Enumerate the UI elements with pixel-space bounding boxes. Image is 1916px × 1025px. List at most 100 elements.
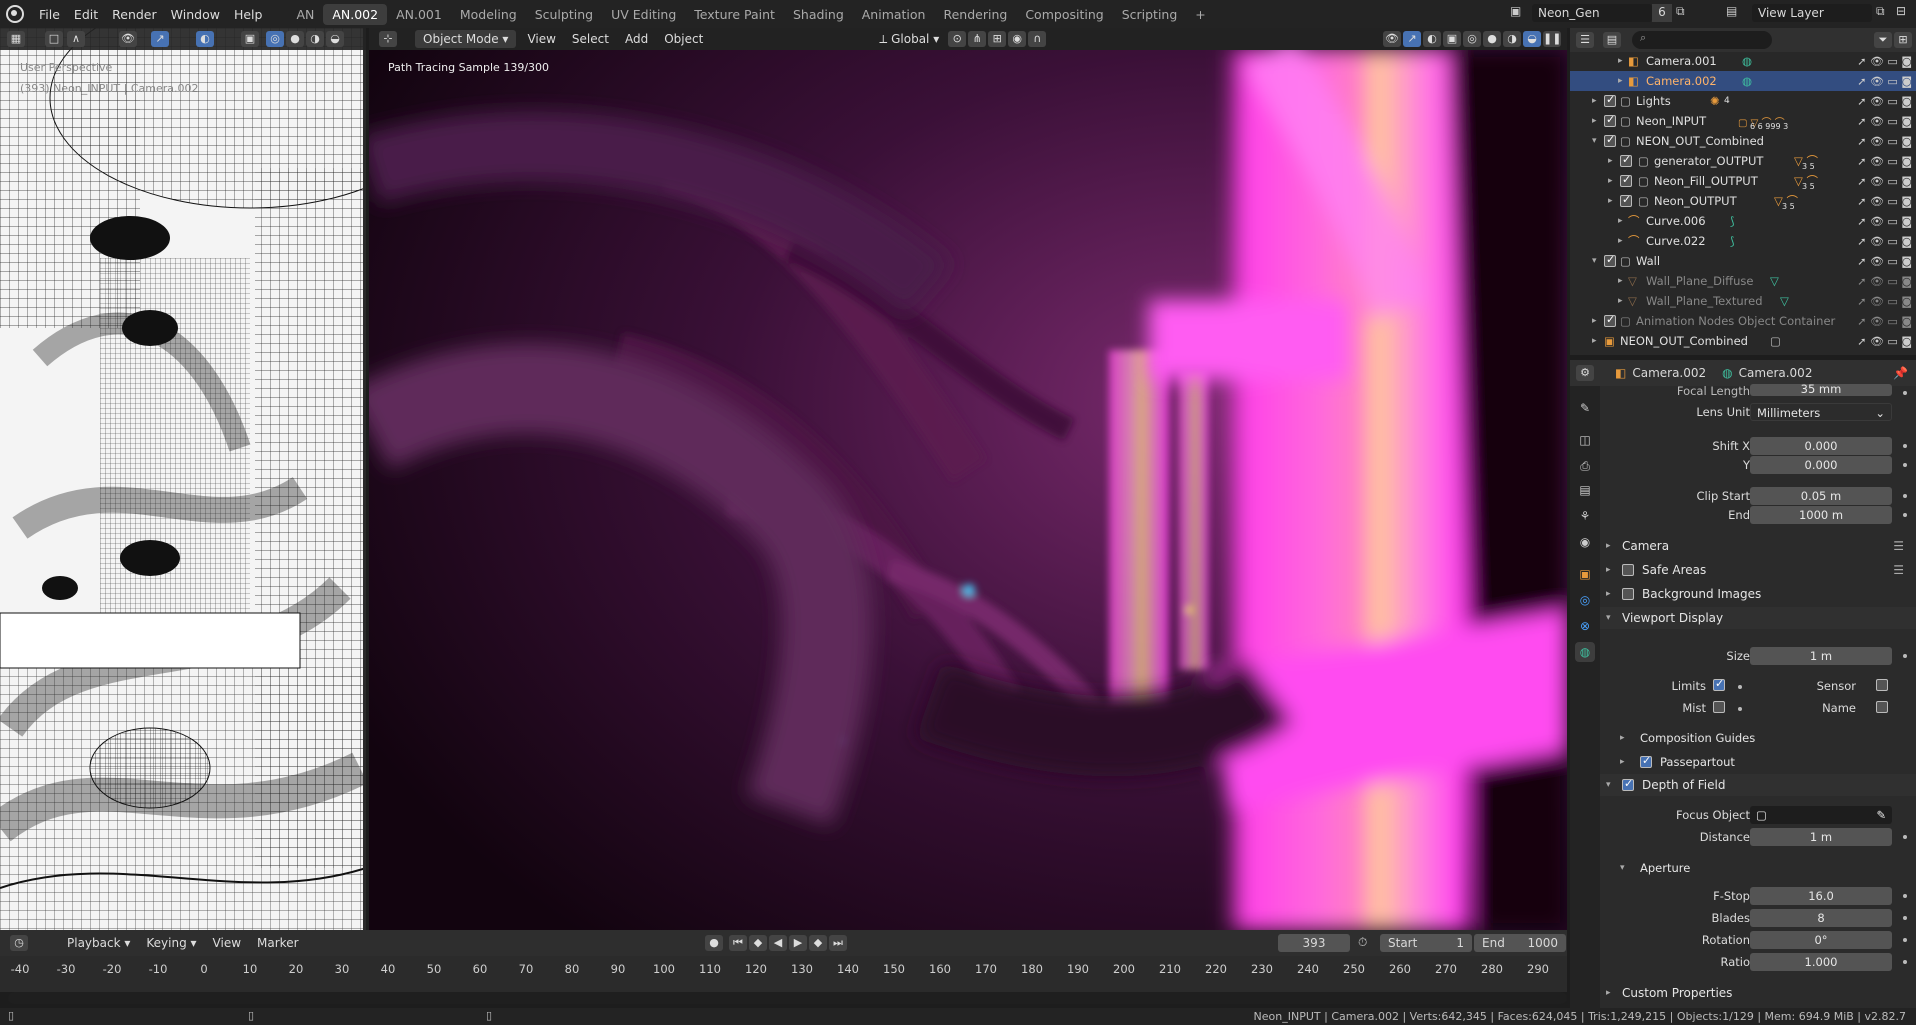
workspace-tab-uv-editing[interactable]: UV Editing [602,4,685,25]
visibility-icon[interactable]: 👁 [119,31,137,47]
material-shading-icon[interactable]: ◑ [1503,31,1521,47]
pivot-icon[interactable]: ⊙ [948,31,967,47]
row-toggles[interactable]: ➚ 👁 ▭ ◙ [1857,235,1912,248]
prev-keyframe-icon[interactable]: ◆ [749,935,767,951]
row-toggles[interactable]: ➚ 👁 ▭ ◙ [1857,335,1912,348]
panel-camera[interactable]: ▸ Camera ☰ [1600,535,1916,557]
keyframe-dot-icon[interactable] [1903,463,1907,467]
presets-icon[interactable]: ☰ [1893,563,1904,577]
workspace-tab-compositing[interactable]: Compositing [1016,4,1112,25]
jump-start-icon[interactable]: ⏮ [729,935,747,951]
shift-x-field[interactable]: 0.000 [1750,437,1892,455]
scene-icon[interactable]: ▣ [1510,4,1530,22]
outliner-row-curve-022[interactable]: ▸ ⌒ Curve.022 ⟆ ➚ 👁 ▭ ◙ [1570,231,1916,251]
outliner-row-wall[interactable]: ▾ ▢ Wall ➚ 👁 ▭ ◙ [1570,251,1916,271]
panel-passepartout[interactable]: ▸ Passepartout [1600,751,1916,773]
menu-help[interactable]: Help [227,7,270,22]
panel-safe-areas[interactable]: ▸ Safe Areas ☰ [1600,559,1916,581]
editor-type-icon[interactable]: ▦ [7,31,25,47]
expand-arrow-icon[interactable]: ▸ [1592,336,1597,346]
physics-tab-icon[interactable]: ◎ [1575,590,1595,610]
view-layer-tab-icon[interactable]: ▤ [1575,480,1595,500]
expand-arrow-icon[interactable]: ▸ [1592,316,1597,326]
object-mode-dropdown[interactable]: Object Mode ▾ [415,30,517,48]
size-field[interactable]: 1 m [1750,647,1892,665]
collapse-arrow-icon[interactable]: ▾ [1592,136,1597,146]
timeline-menu-playback[interactable]: Playback ▾ [59,934,138,952]
collection-checkbox[interactable] [1604,253,1616,267]
preview-range-icon[interactable]: ⏱ [1358,935,1367,950]
workspace-tab-rendering[interactable]: Rendering [934,4,1016,25]
filter-icon[interactable]: ⏷ [1874,32,1892,48]
viewport-menu-view[interactable]: View [519,30,563,48]
collection-checkbox[interactable] [1620,173,1632,187]
presets-icon[interactable]: ☰ [1893,539,1904,553]
wireframe-shading-icon[interactable]: ◎ [266,31,284,47]
timeline-scrollbar[interactable] [8,992,1567,1004]
expand-arrow-icon[interactable]: ▸ [1592,96,1597,106]
workspace-tab-modeling[interactable]: Modeling [451,4,526,25]
outliner-editor-type-icon[interactable]: ☰ [1576,32,1594,48]
expand-arrow-icon[interactable]: ▸ [1608,196,1613,206]
row-toggles[interactable]: ➚ 👁 ▭ ◙ [1857,315,1912,328]
remove-view-layer-icon[interactable]: ⊟ [1896,4,1914,18]
keyframe-dot-icon[interactable] [1903,916,1907,920]
expand-arrow-icon[interactable]: ▸ [1618,76,1623,86]
overlay-icon[interactable]: ◐ [1423,31,1441,47]
view-layer-field[interactable]: View Layer [1752,4,1872,22]
falloff-icon[interactable]: ∩ [1028,31,1047,47]
outliner-row-lights[interactable]: ▸ ▢ Lights ✺ 4 ➚ 👁 ▭ ◙ [1570,91,1916,111]
lasso-icon[interactable]: ∧ [67,31,85,47]
blender-logo-icon[interactable] [6,5,24,23]
scene-name-field[interactable]: Neon_Gen [1532,4,1652,22]
timeline-menu-view[interactable]: View [205,934,249,952]
row-toggles[interactable]: ➚ 👁 ▭ ◙ [1857,135,1912,148]
wireframe-shading-icon[interactable]: ◎ [1463,31,1481,47]
solid-shading-icon[interactable]: ● [1483,31,1501,47]
collection-checkbox[interactable] [1604,133,1616,147]
timeline-menu-marker[interactable]: Marker [249,934,306,952]
scene-tab-icon[interactable]: ⚘ [1575,506,1595,526]
outliner-row-wall-plane-diffuse[interactable]: ▸ ▽ Wall_Plane_Diffuse ▽ ➚ 👁 ▭ ◙ [1570,271,1916,291]
outliner-row-an-container[interactable]: ▸ ▢ Animation Nodes Object Container ➚ 👁… [1570,311,1916,331]
keyframe-dot-icon[interactable] [1903,391,1907,395]
menu-edit[interactable]: Edit [67,7,105,22]
outliner-row-camera-002[interactable]: ▸ ◧ Camera.002 ◍ ➚ 👁 ▭ ◙ [1570,71,1916,91]
expand-arrow-icon[interactable]: ▸ [1592,116,1597,126]
workspace-tab-an-002[interactable]: AN.002 [323,3,388,25]
workspace-tab-scripting[interactable]: Scripting [1113,4,1187,25]
outliner-row-wall-plane-textured[interactable]: ▸ ▽ Wall_Plane_Textured ▽ ➚ 👁 ▭ ◙ [1570,291,1916,311]
outliner-row-neon-out-combined-2[interactable]: ▸ ▣ NEON_OUT_Combined ▢ ➚ 👁 ▭ ◙ [1570,331,1916,351]
world-tab-icon[interactable]: ◉ [1575,532,1595,552]
current-frame-field[interactable]: 393 [1278,934,1350,952]
expand-arrow-icon[interactable]: ▸ [1618,296,1623,306]
row-toggles[interactable]: ➚ 👁 ▭ ◙ [1857,295,1912,308]
outliner-row-camera-001[interactable]: ▸ ◧ Camera.001 ◍ ➚ 👁 ▭ ◙ [1570,51,1916,71]
workspace-tab-texture-paint[interactable]: Texture Paint [685,4,784,25]
viewport-menu-object[interactable]: Object [656,30,711,48]
row-toggles[interactable]: ➚ 👁 ▭ ◙ [1857,255,1912,268]
properties-editor-type-icon[interactable]: ⚙ [1576,365,1594,381]
blades-field[interactable]: 8 [1750,909,1892,927]
expand-arrow-icon[interactable]: ▸ [1608,176,1613,186]
select-box-icon[interactable]: □ [45,31,63,47]
background-images-checkbox[interactable] [1622,588,1634,600]
outliner-row-neon-output[interactable]: ▸ ▢ Neon_OUTPUT ▽ ⌒ 3 5 ➚ 👁 ▭ ◙ [1570,191,1916,211]
panel-depth-of-field[interactable]: ▾ Depth of Field [1600,774,1916,796]
row-toggles[interactable]: ➚ 👁 ▭ ◙ [1857,275,1912,288]
workspace-tab-shading[interactable]: Shading [784,4,853,25]
ratio-field[interactable]: 1.000 [1750,953,1892,971]
transform-orientation-dropdown[interactable]: ⟂ Global ▾ [871,30,947,49]
outliner-search-input[interactable]: ⌕ [1632,31,1772,49]
expand-arrow-icon[interactable]: ▸ [1618,276,1623,286]
record-icon[interactable]: ● [705,935,723,951]
wireframe-viewport[interactable] [0,28,366,930]
row-toggles[interactable]: ➚ 👁 ▭ ◙ [1857,115,1912,128]
row-toggles[interactable]: ➚ 👁 ▭ ◙ [1857,75,1912,88]
row-toggles[interactable]: ➚ 👁 ▭ ◙ [1857,195,1912,208]
viewport-menu-add[interactable]: Add [617,30,656,48]
xray-icon[interactable]: ▣ [241,31,259,47]
workspace-tab-sculpting[interactable]: Sculpting [526,4,602,25]
panel-composition-guides[interactable]: ▸ Composition Guides [1600,727,1916,749]
rotation-field[interactable]: 0° [1750,931,1892,949]
